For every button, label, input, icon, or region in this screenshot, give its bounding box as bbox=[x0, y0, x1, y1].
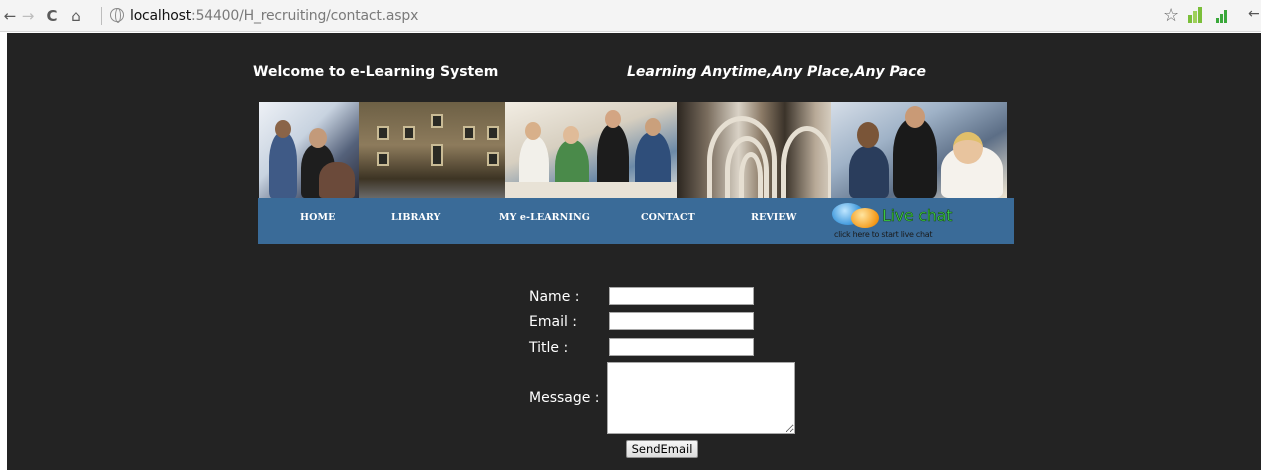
browser-toolbar: ← → C ⌂ localhost:54400/H_recruiting/con… bbox=[0, 0, 1261, 32]
banner-photo-building bbox=[359, 102, 505, 198]
extension-icon[interactable] bbox=[1188, 7, 1204, 23]
main-nav: HOME LIBRARY MY e-LEARNING CONTACT REVIE… bbox=[258, 198, 1014, 244]
send-email-button[interactable]: SendEmail bbox=[626, 440, 698, 458]
back-arrow-icon[interactable]: ← bbox=[0, 6, 20, 26]
home-icon[interactable]: ⌂ bbox=[66, 6, 86, 26]
reload-icon[interactable]: C bbox=[42, 6, 62, 26]
message-label: Message : bbox=[529, 390, 600, 406]
chat-bubble-secondary-icon bbox=[851, 208, 879, 228]
name-input[interactable] bbox=[609, 287, 754, 305]
banner-photo-team bbox=[831, 102, 1007, 198]
nav-library[interactable]: LIBRARY bbox=[391, 212, 441, 223]
address-bar[interactable]: localhost:54400/H_recruiting/contact.asp… bbox=[130, 8, 418, 24]
url-host: localhost bbox=[130, 8, 192, 24]
menu-edge-icon[interactable]: ← bbox=[1248, 6, 1260, 22]
email-label: Email : bbox=[529, 314, 578, 330]
slogan-text: Learning Anytime,Any Place,Any Pace bbox=[627, 64, 927, 80]
nav-review[interactable]: REVIEW bbox=[751, 212, 796, 223]
title-input[interactable] bbox=[609, 338, 754, 356]
nav-home[interactable]: HOME bbox=[300, 212, 335, 223]
banner-image bbox=[259, 102, 1007, 198]
forward-arrow-icon[interactable]: → bbox=[18, 6, 38, 26]
email-input[interactable] bbox=[609, 312, 754, 330]
banner-photo-students bbox=[505, 102, 677, 198]
live-chat-title: Live chat bbox=[882, 206, 953, 226]
url-divider bbox=[101, 7, 102, 25]
star-icon[interactable]: ☆ bbox=[1163, 5, 1179, 26]
nav-contact[interactable]: CONTACT bbox=[641, 212, 695, 223]
page-body: Welcome to e-Learning System Learning An… bbox=[7, 33, 1261, 470]
banner-photo-arches bbox=[677, 102, 831, 198]
live-chat-button[interactable]: Live chat click here to start live chat bbox=[832, 200, 962, 240]
message-textarea[interactable] bbox=[607, 362, 795, 434]
name-label: Name : bbox=[529, 289, 580, 305]
banner-photo-office bbox=[259, 102, 359, 198]
live-chat-subtitle: click here to start live chat bbox=[834, 230, 933, 239]
title-label: Title : bbox=[529, 340, 569, 356]
globe-icon bbox=[110, 8, 124, 23]
url-path: :54400/H_recruiting/contact.aspx bbox=[191, 8, 419, 24]
nav-my-elearning[interactable]: MY e-LEARNING bbox=[499, 212, 590, 223]
welcome-title: Welcome to e-Learning System bbox=[253, 64, 499, 80]
signal-icon[interactable] bbox=[1216, 7, 1232, 23]
